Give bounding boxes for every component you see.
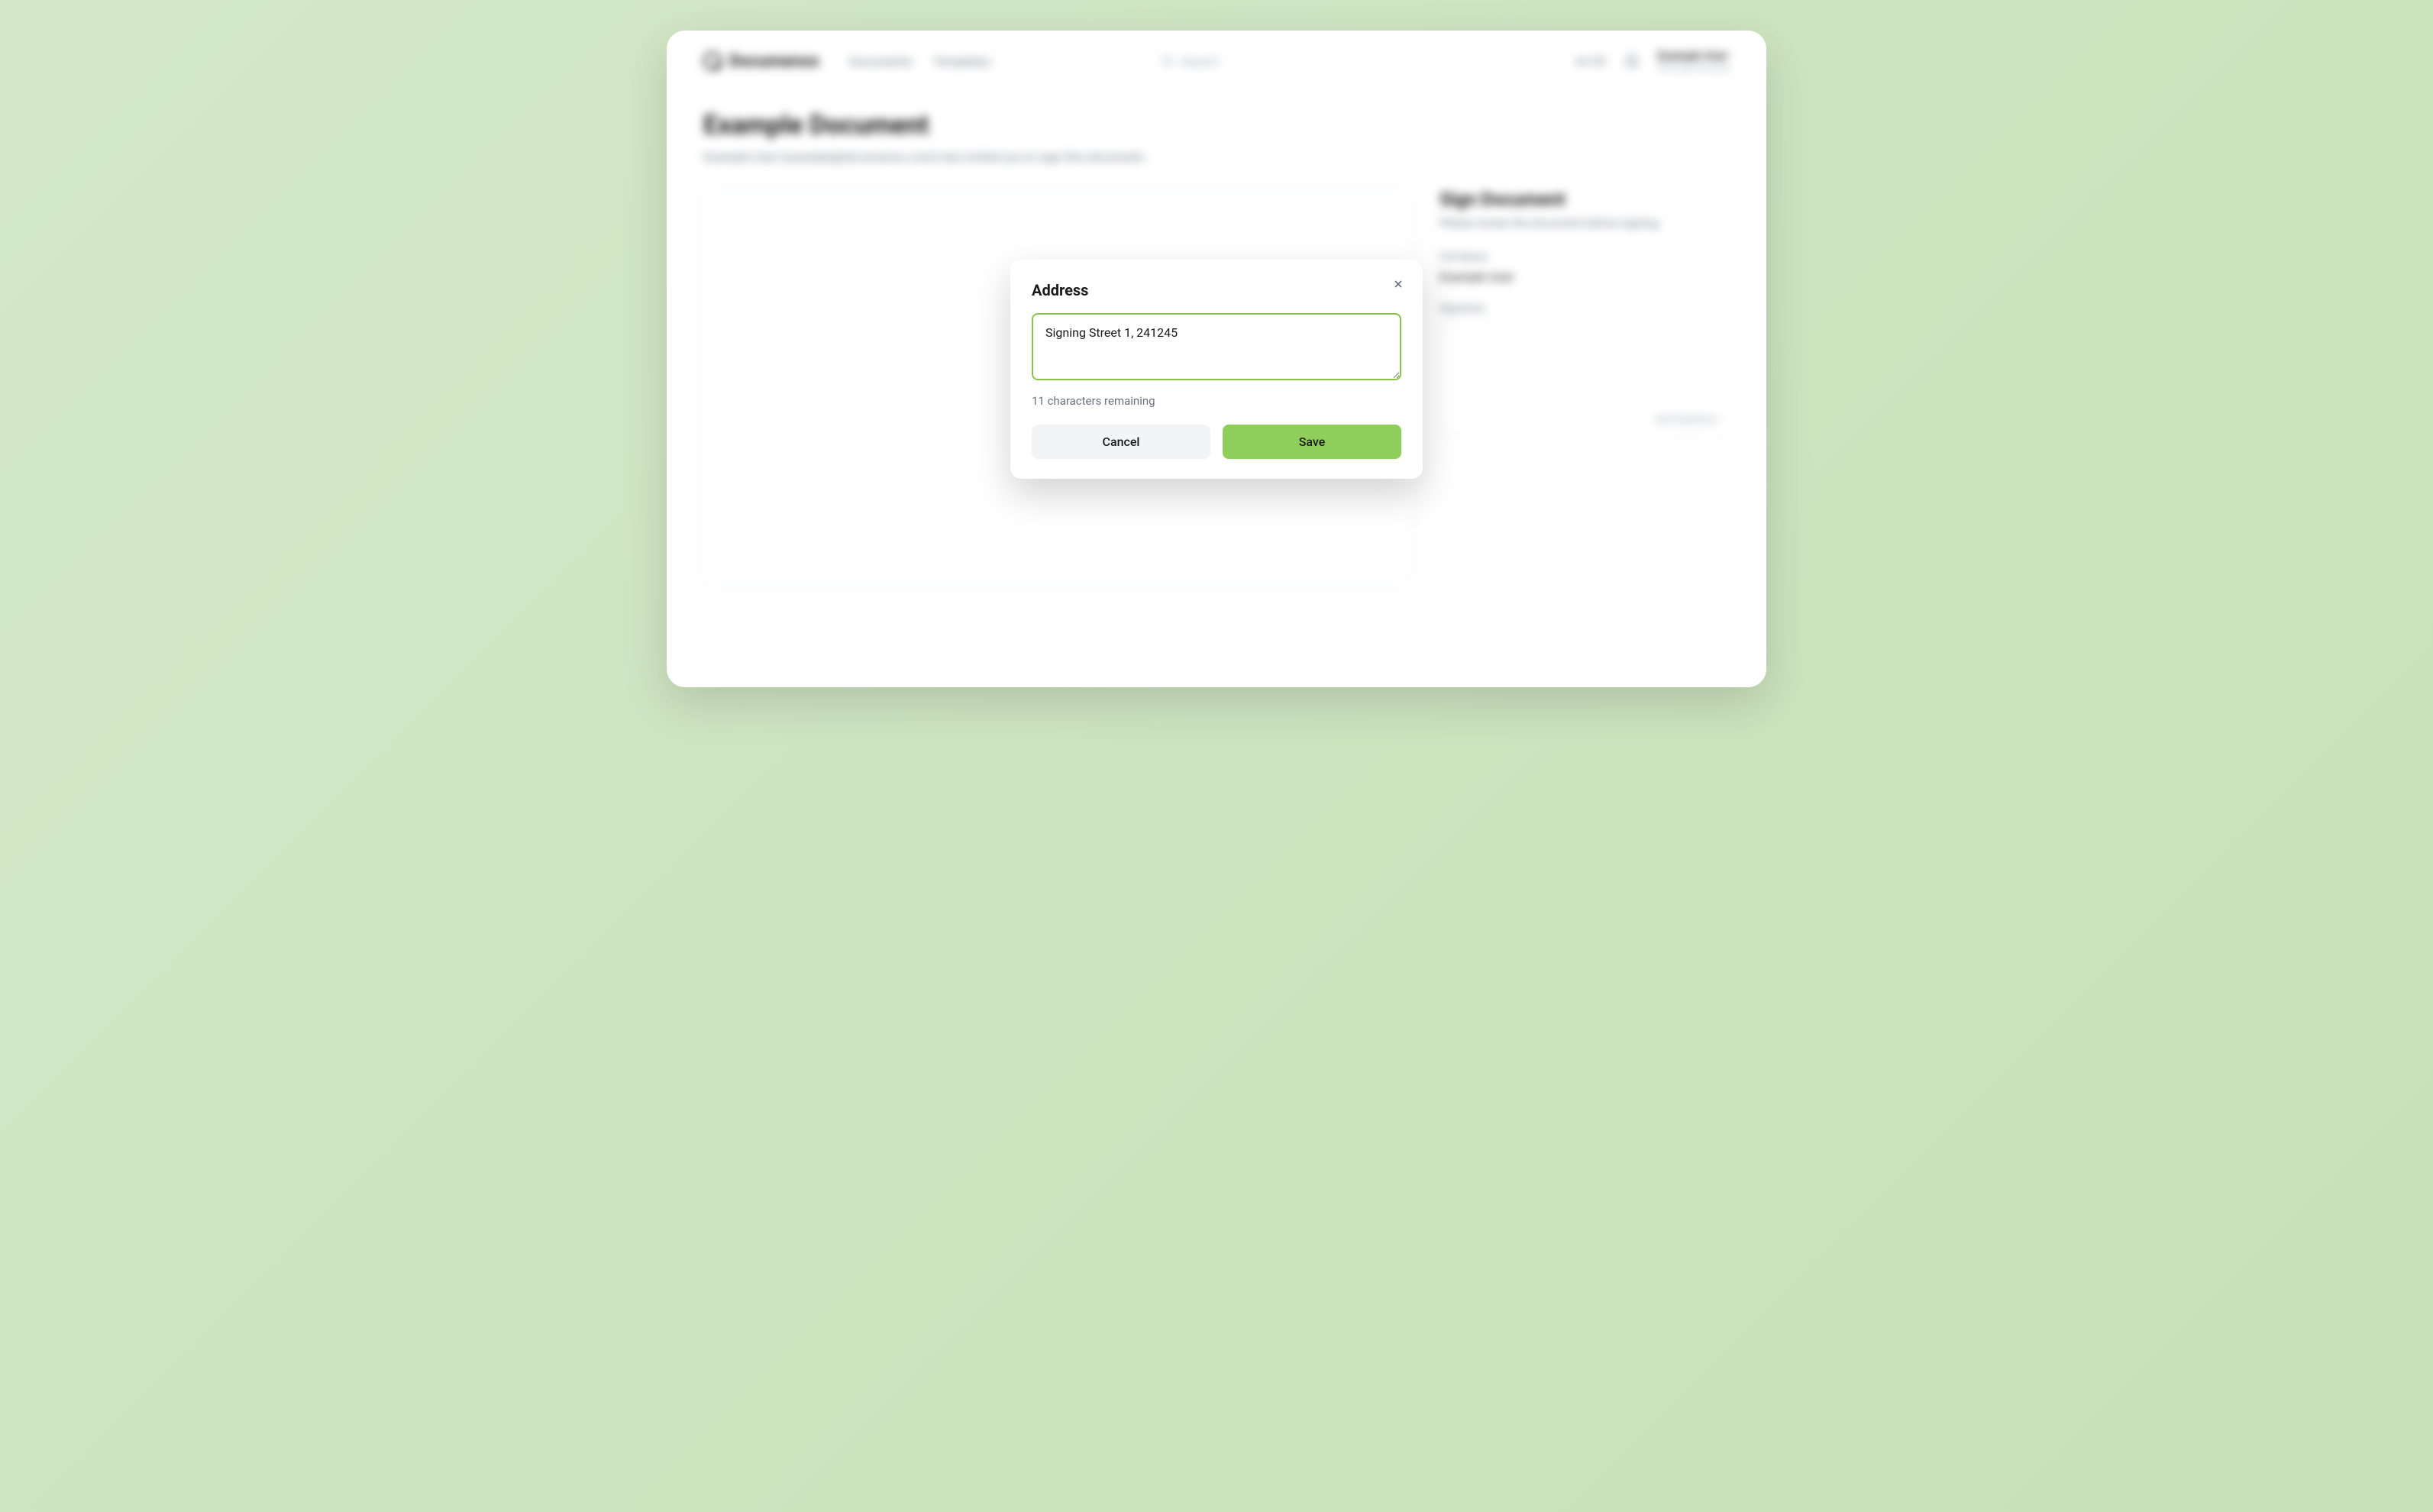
characters-remaining: 11 characters remaining	[1032, 394, 1401, 408]
modal-backdrop: Address 11 characters remaining Cancel S…	[667, 31, 1766, 687]
modal-actions: Cancel Save	[1032, 425, 1401, 459]
close-icon	[1392, 278, 1404, 290]
address-textarea[interactable]	[1032, 313, 1401, 380]
address-modal: Address 11 characters remaining Cancel S…	[1010, 260, 1423, 479]
close-button[interactable]	[1389, 275, 1407, 293]
modal-title: Address	[1032, 281, 1401, 299]
app-window: Documenso Documents Templates Search en-…	[667, 31, 1766, 687]
save-button[interactable]: Save	[1223, 425, 1401, 459]
cancel-button[interactable]: Cancel	[1032, 425, 1210, 459]
